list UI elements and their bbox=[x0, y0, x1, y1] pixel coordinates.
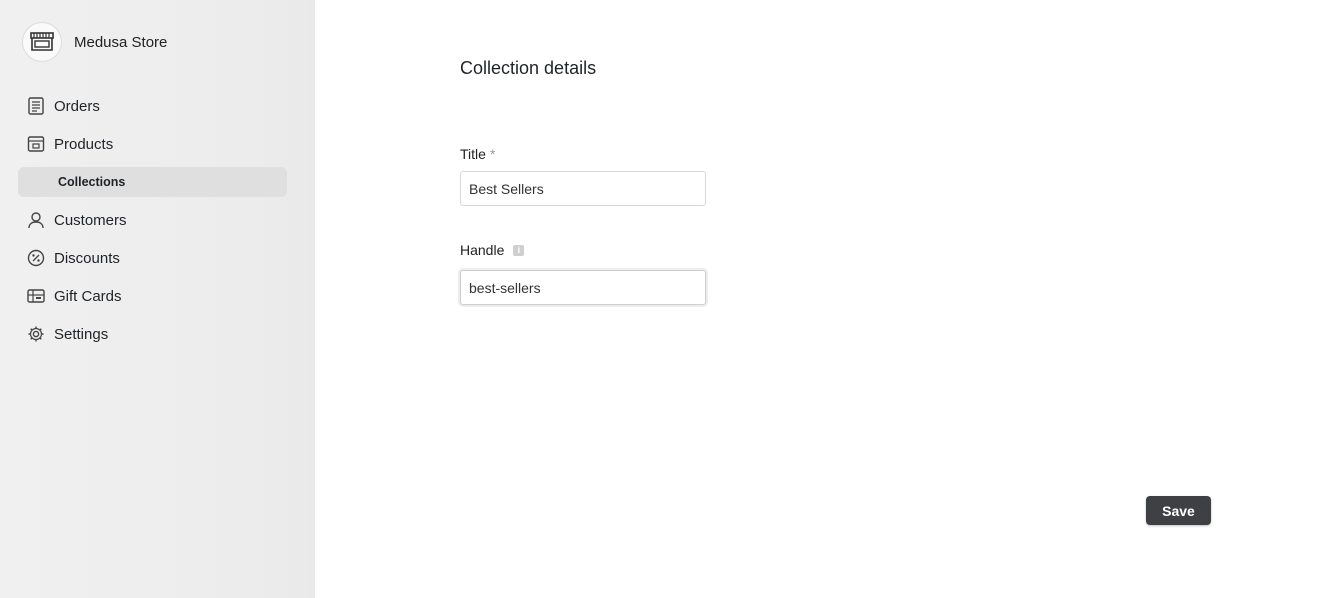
gift-cards-icon bbox=[27, 287, 45, 305]
handle-input[interactable] bbox=[460, 270, 706, 305]
sidebar-item-settings[interactable]: Settings bbox=[18, 319, 287, 349]
info-icon[interactable]: i bbox=[513, 244, 525, 256]
main-content: Collection details Title * Handle i Save bbox=[315, 0, 1330, 598]
sidebar-item-label: Collections bbox=[58, 175, 126, 189]
handle-label-text: Handle bbox=[460, 242, 505, 258]
sidebar-item-label: Products bbox=[54, 135, 114, 153]
storefront-icon bbox=[22, 22, 62, 62]
title-input[interactable] bbox=[460, 171, 706, 206]
sidebar-item-label: Discounts bbox=[54, 249, 120, 267]
settings-icon bbox=[27, 325, 45, 343]
products-icon bbox=[27, 135, 45, 153]
save-button[interactable]: Save bbox=[1146, 496, 1211, 525]
orders-icon bbox=[27, 97, 45, 115]
discounts-icon bbox=[27, 249, 45, 267]
sidebar-item-label: Orders bbox=[54, 97, 100, 115]
sidebar-item-customers[interactable]: Customers bbox=[18, 205, 287, 235]
sidebar-item-collections[interactable]: Collections bbox=[18, 167, 287, 197]
sidebar-item-products[interactable]: Products bbox=[18, 129, 287, 159]
sidebar-item-label: Settings bbox=[54, 325, 109, 343]
title-label-text: Title bbox=[460, 146, 486, 162]
store-name: Medusa Store bbox=[74, 33, 168, 51]
title-label: Title * bbox=[460, 146, 495, 162]
sidebar-item-orders[interactable]: Orders bbox=[18, 91, 287, 121]
sidebar: Medusa Store Orders Products Collections… bbox=[0, 0, 315, 598]
sidebar-nav: Orders Products Collections Customers Di… bbox=[18, 91, 287, 357]
required-indicator: * bbox=[489, 146, 496, 162]
sidebar-item-gift-cards[interactable]: Gift Cards bbox=[18, 281, 287, 311]
customers-icon bbox=[27, 211, 45, 229]
handle-label: Handle i bbox=[460, 242, 525, 258]
store-header[interactable]: Medusa Store bbox=[22, 22, 167, 62]
sidebar-item-discounts[interactable]: Discounts bbox=[18, 243, 287, 273]
sidebar-item-label: Gift Cards bbox=[54, 287, 122, 305]
page-title: Collection details bbox=[460, 58, 597, 78]
sidebar-item-label: Customers bbox=[54, 211, 127, 229]
